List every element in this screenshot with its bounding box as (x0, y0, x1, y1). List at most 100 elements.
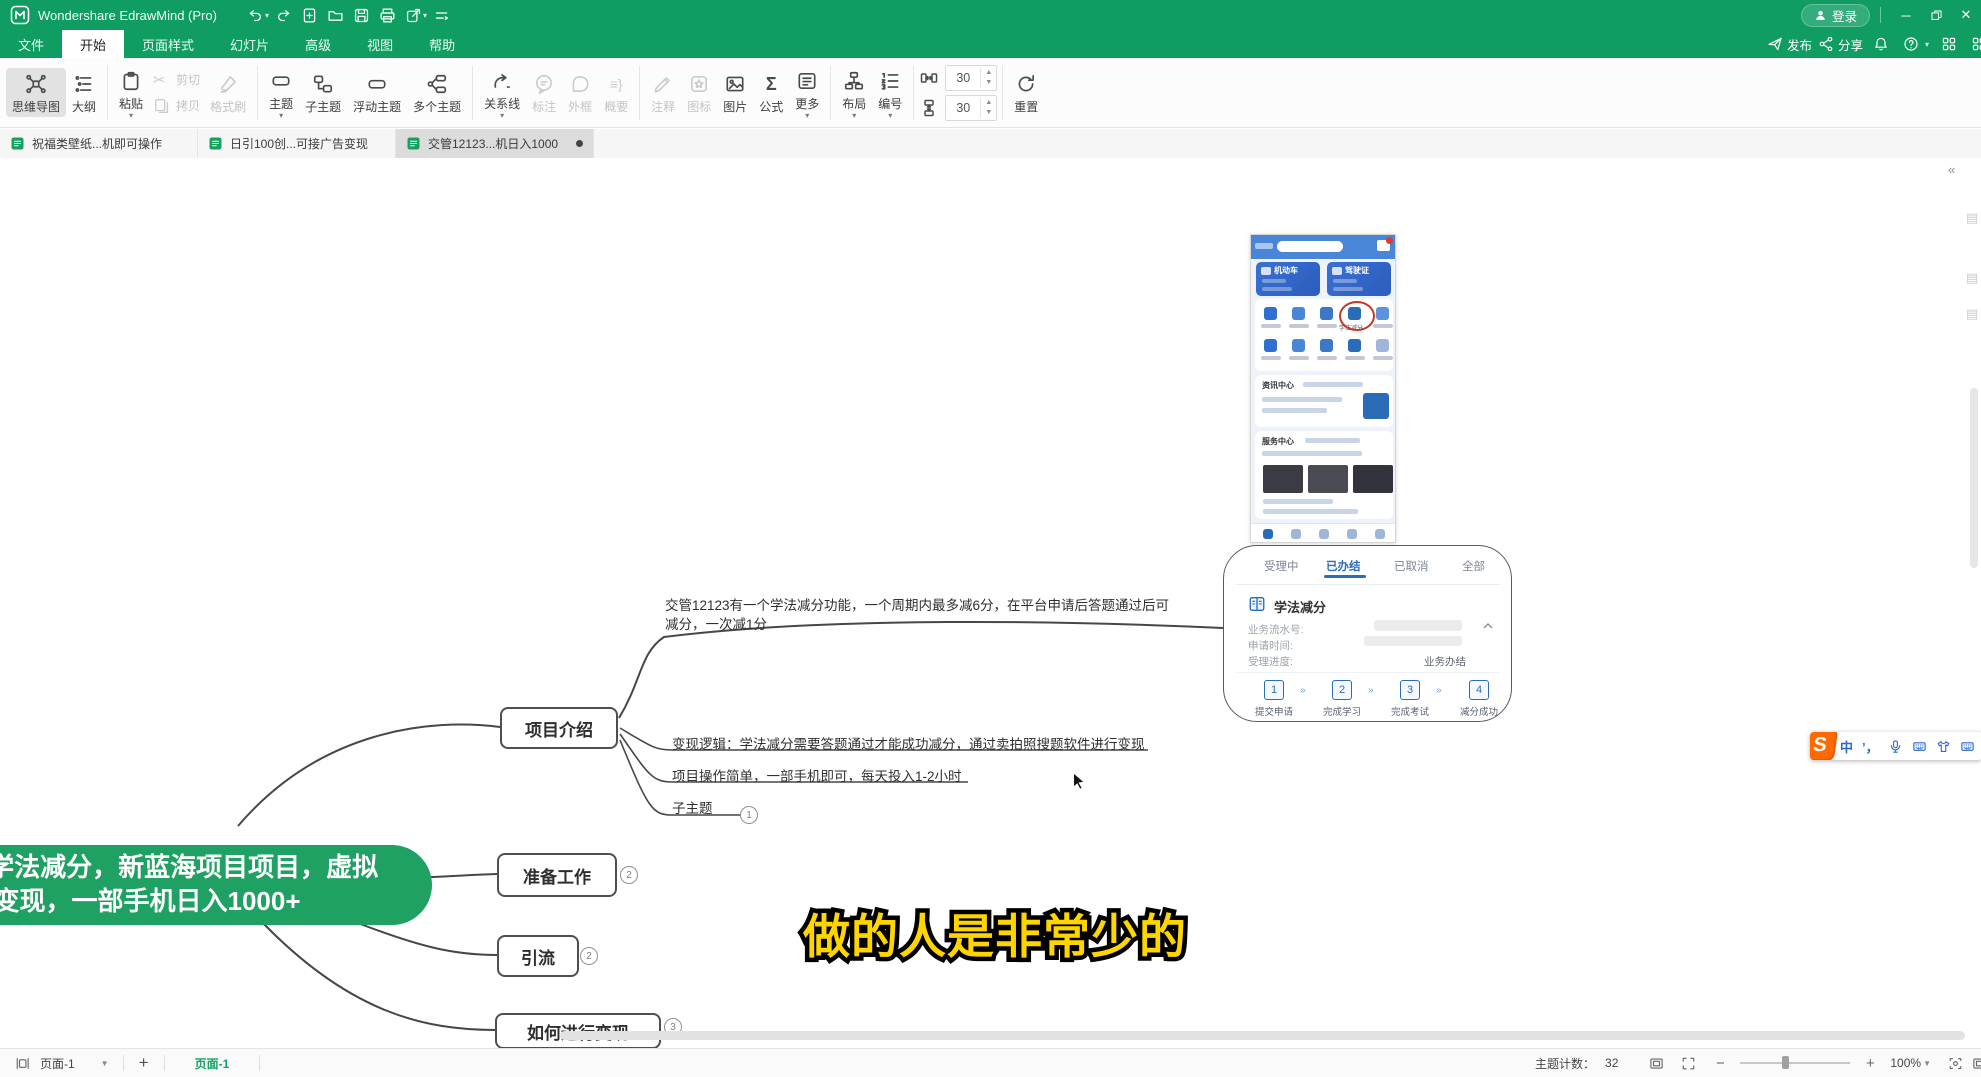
edge-cut-icon[interactable] (1967, 33, 1981, 55)
help-chevron-down-icon[interactable]: ▾ (1925, 40, 1929, 49)
ribbon-icon-button[interactable]: 图标 (681, 68, 717, 117)
ribbon-copy-button[interactable]: 拷贝 (149, 95, 204, 117)
ribbon-relation-button[interactable]: 关系线 ▾ (478, 65, 526, 121)
doc-tab-1[interactable]: 祝福类壁纸...机即可操作 (0, 129, 198, 158)
panel-tab-processing[interactable]: 受理中 (1264, 558, 1299, 574)
menu-view[interactable]: 视图 (349, 30, 411, 58)
undo-chevron-down-icon[interactable]: ▾ (265, 11, 269, 20)
badge-subtopic-count[interactable]: 1 (740, 806, 758, 824)
menu-slides[interactable]: 幻灯片 (212, 30, 287, 58)
panel-tab-all[interactable]: 全部 (1462, 558, 1485, 574)
ribbon-multi-topic-button[interactable]: 多个主题 (407, 68, 467, 117)
menu-home[interactable]: 开始 (62, 30, 124, 58)
node-project-intro[interactable]: 项目介绍 (500, 707, 618, 749)
horizontal-spacing-input[interactable] (946, 70, 980, 86)
vertical-spacing-input[interactable] (946, 100, 980, 116)
login-button[interactable]: 登录 (1801, 4, 1870, 27)
ribbon-more-button[interactable]: 更多 ▾ (789, 65, 825, 121)
ime-skin-icon[interactable] (1936, 739, 1951, 754)
branch-text-logic[interactable]: 变现逻辑：学法减分需要答题通过才能成功减分，通过卖拍照搜题软件进行变现 (672, 733, 1145, 753)
fit-selection-icon[interactable] (1943, 1053, 1967, 1073)
zoom-slider[interactable] (1740, 1062, 1850, 1064)
ribbon-outline-button[interactable]: 大纲 (66, 68, 102, 117)
branch-text-intro-line1[interactable]: 交管12123有一个学法减分功能，一个周期内最多减6分，在平台申请后答题通过后可 (665, 594, 1169, 614)
fullscreen-icon[interactable] (1676, 1053, 1700, 1073)
sogou-logo-icon[interactable]: S (1810, 732, 1838, 760)
page-select-dropdown[interactable]: 页面-1 ▼ (34, 1055, 115, 1072)
menu-file[interactable]: 文件 (0, 30, 62, 58)
menu-advanced[interactable]: 高级 (287, 30, 349, 58)
notifications-bell-icon[interactable] (1869, 33, 1893, 55)
vertical-scrollbar[interactable] (1970, 388, 1978, 568)
ribbon-topic-button[interactable]: 主题 ▾ (263, 65, 299, 121)
ribbon-numbering-button[interactable]: 编号 ▾ (872, 65, 908, 121)
ribbon-note-button[interactable]: 注释 (645, 68, 681, 117)
zoom-slider-thumb[interactable] (1782, 1056, 1789, 1069)
collapse-panel-chevron-icon[interactable]: « (1948, 162, 1955, 177)
node-traffic[interactable]: 引流 (497, 935, 579, 977)
close-button[interactable]: ✕ (1951, 3, 1981, 27)
ime-punctuation-toggle[interactable]: ’， (1862, 737, 1879, 756)
ime-toolbox-icon[interactable] (1960, 739, 1975, 754)
zoom-out-button[interactable]: − (1708, 1053, 1732, 1073)
ime-language-toggle[interactable]: 中 (1840, 737, 1853, 756)
badge-traffic-count[interactable]: 2 (580, 947, 598, 965)
central-topic-node[interactable]: 交管12123学法减分，新蓝海项目项目，虚拟 资源变现，一部手机日入1000+ (0, 845, 432, 925)
new-file-button[interactable] (297, 4, 323, 26)
node-preparation[interactable]: 准备工作 (497, 853, 617, 897)
apps-grid-icon[interactable] (1937, 33, 1961, 55)
export-chevron-down-icon[interactable]: ▾ (423, 11, 427, 20)
menu-page-style[interactable]: 页面样式 (124, 30, 212, 58)
active-page-tab[interactable]: 页面-1 (173, 1055, 252, 1072)
ribbon-paste-button[interactable]: 粘贴 ▾ (113, 65, 149, 121)
ribbon-picture-button[interactable]: 图片 (717, 68, 753, 117)
presentation-icon[interactable] (1967, 1053, 1981, 1073)
panel-tab-cancelled[interactable]: 已取消 (1394, 558, 1429, 574)
branch-text-intro-line2[interactable]: 减分，一次减1分 (665, 613, 767, 633)
share-button[interactable]: 分享 (1818, 35, 1863, 54)
ime-mic-icon[interactable] (1888, 739, 1903, 754)
phone-screenshot-image[interactable]: 机动车 驾驶证 学法减分 (1250, 234, 1396, 543)
branch-text-subtopic[interactable]: 子主题 (672, 797, 713, 817)
doc-tab-2[interactable]: 日引100创...可接广告变现 (198, 129, 396, 158)
spin-down-icon[interactable]: ▼ (981, 108, 996, 118)
zoom-in-button[interactable]: + (1858, 1053, 1882, 1073)
save-button[interactable] (349, 4, 375, 26)
ribbon-formula-button[interactable]: Σ 公式 (753, 68, 789, 117)
ribbon-cut-button[interactable]: ✂ 剪切 (149, 69, 204, 91)
ime-keyboard-icon[interactable] (1912, 739, 1927, 754)
ribbon-boundary-button[interactable]: 外框 (562, 68, 598, 117)
fit-window-icon[interactable] (1644, 1053, 1668, 1073)
collapse-chevron-up-icon[interactable] (1480, 618, 1496, 634)
right-edge-icon[interactable]: ▤ (1966, 306, 1978, 322)
help-icon[interactable] (1899, 33, 1923, 55)
ribbon-summary-button[interactable]: ≡} 概要 (598, 68, 634, 117)
open-file-button[interactable] (323, 4, 349, 26)
panel-tab-completed[interactable]: 已办结 (1326, 558, 1361, 574)
page-panel-icon[interactable] (10, 1053, 34, 1073)
publish-button[interactable]: 发布 (1767, 35, 1812, 54)
spin-up-icon[interactable]: ▲ (981, 98, 996, 108)
branch-text-simple[interactable]: 项目操作简单，一部手机即可，每天投入1-2小时 (672, 765, 962, 785)
ime-toolbar[interactable]: S 中 ’， (1810, 732, 1981, 760)
redo-button[interactable] (271, 4, 297, 26)
ribbon-reset-button[interactable]: 重置 (1008, 68, 1044, 117)
zoom-chevron-down-icon[interactable]: ▼ (1923, 1059, 1931, 1068)
doc-tab-3-active[interactable]: 交管12123...机日入1000 (396, 129, 594, 158)
print-button[interactable] (375, 4, 401, 26)
boundary-panel[interactable]: 受理中 已办结 已取消 全部 学法减分 业务流水号: 申请时间: 受理进度: 业… (1223, 545, 1512, 722)
spin-down-icon[interactable]: ▼ (981, 78, 996, 88)
ribbon-subtopic-button[interactable]: 子主题 (299, 68, 347, 117)
minimize-button[interactable]: ─ (1891, 3, 1921, 27)
menu-help[interactable]: 帮助 (411, 30, 473, 58)
ribbon-layout-button[interactable]: 布局 ▾ (836, 65, 872, 121)
right-edge-icon[interactable]: ▤ (1966, 270, 1978, 286)
restore-button[interactable] (1921, 3, 1951, 27)
ribbon-format-painter-button[interactable]: 格式刷 (204, 68, 252, 117)
ribbon-floating-topic-button[interactable]: 浮动主题 (347, 68, 407, 117)
ribbon-callout-button[interactable]: 标注 (526, 68, 562, 117)
ribbon-mindmap-button[interactable]: 思维导图 (6, 68, 66, 117)
right-edge-icon[interactable]: ▤ (1966, 210, 1978, 226)
customize-toolbar-icon[interactable] (429, 4, 455, 26)
horizontal-scrollbar[interactable] (560, 1031, 1965, 1040)
